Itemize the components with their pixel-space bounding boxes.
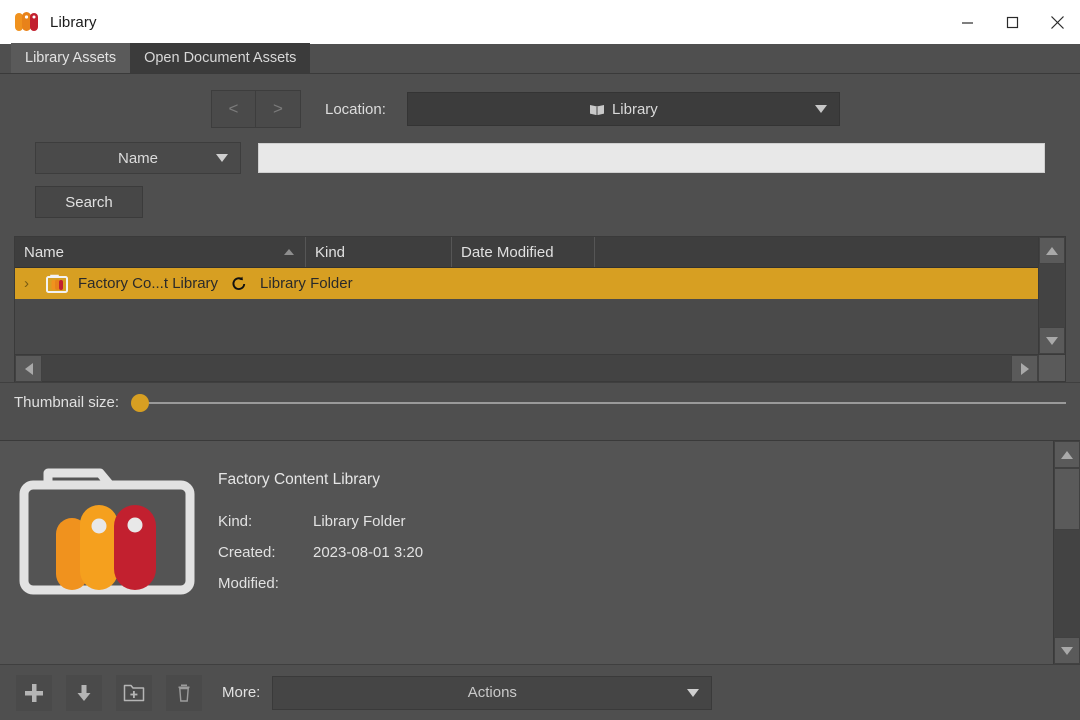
title-bar: Library	[0, 0, 1080, 44]
chevron-down-icon	[216, 154, 228, 162]
detail-scroll-up-button[interactable]	[1054, 441, 1080, 468]
arrow-up-icon	[1046, 247, 1058, 255]
scroll-right-button[interactable]	[1011, 355, 1038, 382]
library-window: Library Library Assets Open Docu	[0, 0, 1080, 720]
location-dropdown[interactable]: Library	[407, 92, 840, 126]
more-label: More:	[222, 684, 260, 701]
sort-ascending-icon	[284, 249, 294, 255]
hscroll-track[interactable]	[42, 355, 1011, 381]
actions-value: Actions	[468, 684, 517, 701]
list-header: Name Kind Date Modified	[15, 237, 1038, 268]
column-header-name-label: Name	[24, 244, 64, 261]
detail-kind-value: Library Folder	[313, 513, 406, 530]
library-folder-large-icon	[18, 463, 196, 598]
column-header-blank	[595, 237, 1038, 267]
column-header-name[interactable]: Name	[15, 237, 306, 267]
arrow-left-icon	[25, 363, 33, 375]
table-row[interactable]: › Factory Co...t Library	[15, 268, 1038, 299]
new-folder-button[interactable]	[116, 675, 152, 711]
download-icon	[74, 683, 94, 703]
list-vertical-scrollbar[interactable]	[1038, 237, 1065, 354]
asset-list: Name Kind Date Modified ›	[14, 236, 1066, 382]
scroll-down-button[interactable]	[1039, 327, 1065, 354]
scrollbar-corner	[1038, 355, 1065, 381]
maximize-icon	[1006, 16, 1019, 29]
maximize-button[interactable]	[990, 0, 1035, 44]
arrow-up-icon	[1061, 451, 1073, 459]
add-icon	[23, 682, 45, 704]
search-row: Name	[0, 142, 1080, 174]
thumbnail-size-row: Thumbnail size:	[0, 382, 1080, 422]
list-body: › Factory Co...t Library	[15, 268, 1038, 354]
actions-dropdown[interactable]: Actions	[272, 676, 712, 710]
trash-icon	[176, 683, 192, 703]
detail-vertical-scrollbar[interactable]	[1053, 441, 1080, 664]
detail-field-kind: Kind: Library Folder	[218, 513, 423, 530]
tab-strip: Library Assets Open Document Assets	[0, 44, 1080, 74]
detail-panel: Factory Content Library Kind: Library Fo…	[0, 440, 1080, 664]
detail-text-block: Factory Content Library Kind: Library Fo…	[218, 463, 423, 664]
library-folder-icon	[46, 274, 68, 294]
refresh-icon[interactable]	[230, 275, 248, 293]
list-horizontal-scrollbar[interactable]	[15, 354, 1065, 381]
scroll-track[interactable]	[1039, 264, 1065, 327]
detail-modified-label: Modified:	[218, 575, 313, 592]
row-expander-icon[interactable]: ›	[24, 275, 46, 292]
navigation-row: < > Location: Library	[0, 74, 1080, 128]
arrow-down-icon	[1046, 337, 1058, 345]
location-value: Library	[612, 101, 658, 118]
forward-button[interactable]: >	[256, 90, 301, 128]
chevron-down-icon	[687, 689, 699, 697]
detail-title: Factory Content Library	[218, 471, 423, 489]
row-name: Factory Co...t Library	[78, 275, 218, 292]
arrow-right-icon	[1021, 363, 1029, 375]
search-filter-dropdown[interactable]: Name	[35, 142, 241, 174]
tab-library-assets[interactable]: Library Assets	[11, 43, 130, 73]
search-button-row: Search	[0, 186, 1080, 218]
search-filter-value: Name	[118, 150, 158, 167]
delete-button[interactable]	[166, 675, 202, 711]
detail-scroll-track[interactable]	[1054, 530, 1080, 637]
row-kind: Library Folder	[260, 275, 353, 292]
back-button[interactable]: <	[211, 90, 256, 128]
detail-scroll-thumb[interactable]	[1054, 468, 1080, 530]
detail-kind-label: Kind:	[218, 513, 313, 530]
slider-handle[interactable]	[131, 394, 149, 412]
download-button[interactable]	[66, 675, 102, 711]
column-header-date-modified[interactable]: Date Modified	[452, 237, 595, 267]
minimize-button[interactable]	[945, 0, 990, 44]
minimize-icon	[961, 16, 974, 29]
detail-created-value: 2023-08-01 3:20	[313, 544, 423, 561]
tab-open-document-assets[interactable]: Open Document Assets	[130, 43, 310, 73]
close-icon	[1050, 15, 1065, 30]
window-title: Library	[50, 14, 97, 31]
bottom-toolbar: More: Actions	[0, 664, 1080, 720]
scroll-left-button[interactable]	[15, 355, 42, 382]
slider-track	[139, 402, 1066, 404]
thumbnail-size-label: Thumbnail size:	[14, 394, 119, 411]
search-input[interactable]	[258, 143, 1045, 173]
column-header-kind-label: Kind	[315, 244, 345, 261]
close-button[interactable]	[1035, 0, 1080, 44]
window-controls	[945, 0, 1080, 44]
new-folder-icon	[123, 683, 145, 703]
library-tags-icon	[14, 10, 40, 34]
thumbnail-size-slider[interactable]	[131, 394, 1066, 412]
browser-panel: < > Location: Library Name	[0, 74, 1080, 434]
detail-field-modified: Modified:	[218, 575, 423, 592]
detail-scroll-down-button[interactable]	[1054, 637, 1080, 664]
arrow-down-icon	[1061, 647, 1073, 655]
detail-created-label: Created:	[218, 544, 313, 561]
column-header-date-label: Date Modified	[461, 244, 554, 261]
chevron-down-icon	[815, 105, 827, 113]
detail-field-created: Created: 2023-08-01 3:20	[218, 544, 423, 561]
add-button[interactable]	[16, 675, 52, 711]
location-label: Location:	[325, 101, 386, 118]
column-header-kind[interactable]: Kind	[306, 237, 452, 267]
search-button[interactable]: Search	[35, 186, 143, 218]
scroll-up-button[interactable]	[1039, 237, 1065, 264]
book-icon	[589, 103, 605, 116]
